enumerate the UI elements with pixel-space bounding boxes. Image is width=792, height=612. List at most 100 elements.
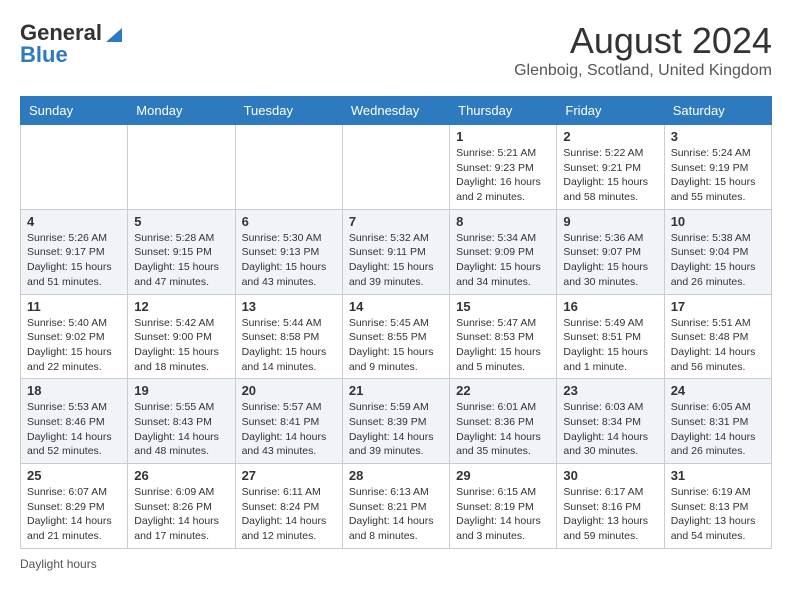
calendar-week-row: 4 Sunrise: 5:26 AM Sunset: 9:17 PM Daylig… bbox=[21, 209, 772, 294]
calendar-cell: 23Sunrise: 6:03 AM Sunset: 8:34 PM Dayli… bbox=[557, 379, 664, 464]
day-number: 13 bbox=[242, 299, 336, 314]
calendar-cell: 15Sunrise: 5:47 AM Sunset: 8:53 PM Dayli… bbox=[450, 294, 557, 379]
calendar-cell: 22 Sunrise: 6:01 AM Sunset: 8:36 PM Dayli… bbox=[450, 379, 557, 464]
calendar-header-tuesday: Tuesday bbox=[235, 97, 342, 125]
calendar-cell: 28 Sunrise: 6:13 AM Sunset: 8:21 PM Dayli… bbox=[342, 464, 449, 549]
day-info: Sunrise: 5:28 AM Sunset: 9:15 PM Dayligh… bbox=[134, 231, 228, 290]
day-info: Sunrise: 5:53 AM Sunset: 8:46 PM Dayligh… bbox=[27, 400, 121, 459]
day-number: 4 bbox=[27, 214, 121, 229]
calendar-cell: 12 Sunrise: 5:42 AM Sunset: 9:00 PM Dayli… bbox=[128, 294, 235, 379]
day-info: Sunrise: 6:07 AM Sunset: 8:29 PM Dayligh… bbox=[27, 485, 121, 544]
calendar-week-row: 25 Sunrise: 6:07 AM Sunset: 8:29 PM Dayli… bbox=[21, 464, 772, 549]
day-info: Sunrise: 5:42 AM Sunset: 9:00 PM Dayligh… bbox=[134, 316, 228, 375]
day-info: Sunrise: 5:24 AM Sunset: 9:19 PM Dayligh… bbox=[671, 146, 765, 205]
day-number: 18 bbox=[27, 383, 121, 398]
day-info: Sunrise: 5:44 AM Sunset: 8:58 PM Dayligh… bbox=[242, 316, 336, 375]
calendar-cell: 8 Sunrise: 5:34 AM Sunset: 9:09 PM Daylig… bbox=[450, 209, 557, 294]
day-number: 31 bbox=[671, 468, 765, 483]
day-number: 2 bbox=[563, 129, 657, 144]
logo-blue-text: Blue bbox=[20, 42, 124, 68]
day-info: Sunrise: 5:40 AM Sunset: 9:02 PM Dayligh… bbox=[27, 316, 121, 375]
day-number: 6 bbox=[242, 214, 336, 229]
day-info: Sunrise: 5:59 AM Sunset: 8:39 PM Dayligh… bbox=[349, 400, 443, 459]
day-number: 3 bbox=[671, 129, 765, 144]
day-number: 30 bbox=[563, 468, 657, 483]
day-info: Sunrise: 6:09 AM Sunset: 8:26 PM Dayligh… bbox=[134, 485, 228, 544]
day-info: Sunrise: 6:19 AM Sunset: 8:13 PM Dayligh… bbox=[671, 485, 765, 544]
calendar-cell: 10 Sunrise: 5:38 AM Sunset: 9:04 PM Dayli… bbox=[664, 209, 771, 294]
day-number: 27 bbox=[242, 468, 336, 483]
day-info: Sunrise: 5:34 AM Sunset: 9:09 PM Dayligh… bbox=[456, 231, 550, 290]
day-number: 8 bbox=[456, 214, 550, 229]
calendar-cell: 20 Sunrise: 5:57 AM Sunset: 8:41 PM Dayli… bbox=[235, 379, 342, 464]
day-info: Sunrise: 5:22 AM Sunset: 9:21 PM Dayligh… bbox=[563, 146, 657, 205]
calendar-cell: 14 Sunrise: 5:45 AM Sunset: 8:55 PM Dayli… bbox=[342, 294, 449, 379]
day-number: 21 bbox=[349, 383, 443, 398]
calendar-cell bbox=[342, 125, 449, 210]
calendar-cell bbox=[128, 125, 235, 210]
calendar-header-saturday: Saturday bbox=[664, 97, 771, 125]
day-info: Sunrise: 6:17 AM Sunset: 8:16 PM Dayligh… bbox=[563, 485, 657, 544]
day-info: Sunrise: 5:26 AM Sunset: 9:17 PM Dayligh… bbox=[27, 231, 121, 290]
day-info: Sunrise: 6:13 AM Sunset: 8:21 PM Dayligh… bbox=[349, 485, 443, 544]
day-info: Sunrise: 5:57 AM Sunset: 8:41 PM Dayligh… bbox=[242, 400, 336, 459]
day-number: 15 bbox=[456, 299, 550, 314]
calendar-cell: 30 Sunrise: 6:17 AM Sunset: 8:16 PM Dayli… bbox=[557, 464, 664, 549]
day-number: 29 bbox=[456, 468, 550, 483]
calendar-cell: 13 Sunrise: 5:44 AM Sunset: 8:58 PM Dayli… bbox=[235, 294, 342, 379]
calendar-week-row: 11 Sunrise: 5:40 AM Sunset: 9:02 PM Dayli… bbox=[21, 294, 772, 379]
day-number: 24 bbox=[671, 383, 765, 398]
day-number: 20 bbox=[242, 383, 336, 398]
day-info: Sunrise: 5:45 AM Sunset: 8:55 PM Dayligh… bbox=[349, 316, 443, 375]
calendar-cell: 1 Sunrise: 5:21 AM Sunset: 9:23 PM Daylig… bbox=[450, 125, 557, 210]
day-number: 26 bbox=[134, 468, 228, 483]
day-info: Sunrise: 5:36 AM Sunset: 9:07 PM Dayligh… bbox=[563, 231, 657, 290]
calendar-cell bbox=[235, 125, 342, 210]
calendar-cell: 27 Sunrise: 6:11 AM Sunset: 8:24 PM Dayli… bbox=[235, 464, 342, 549]
calendar-cell: 4 Sunrise: 5:26 AM Sunset: 9:17 PM Daylig… bbox=[21, 209, 128, 294]
day-number: 19 bbox=[134, 383, 228, 398]
day-number: 14 bbox=[349, 299, 443, 314]
calendar-header-friday: Friday bbox=[557, 97, 664, 125]
day-info: Sunrise: 6:05 AM Sunset: 8:31 PM Dayligh… bbox=[671, 400, 765, 459]
day-number: 17 bbox=[671, 299, 765, 314]
calendar-cell: 29 Sunrise: 6:15 AM Sunset: 8:19 PM Dayli… bbox=[450, 464, 557, 549]
calendar-cell: 24 Sunrise: 6:05 AM Sunset: 8:31 PM Dayli… bbox=[664, 379, 771, 464]
calendar-cell: 18 Sunrise: 5:53 AM Sunset: 8:46 PM Dayli… bbox=[21, 379, 128, 464]
day-info: Sunrise: 5:32 AM Sunset: 9:11 PM Dayligh… bbox=[349, 231, 443, 290]
day-info: Sunrise: 6:11 AM Sunset: 8:24 PM Dayligh… bbox=[242, 485, 336, 544]
calendar-header-wednesday: Wednesday bbox=[342, 97, 449, 125]
day-number: 22 bbox=[456, 383, 550, 398]
day-info: Sunrise: 6:01 AM Sunset: 8:36 PM Dayligh… bbox=[456, 400, 550, 459]
calendar-table: SundayMondayTuesdayWednesdayThursdayFrid… bbox=[20, 96, 772, 549]
calendar-cell: 6Sunrise: 5:30 AM Sunset: 9:13 PM Daylig… bbox=[235, 209, 342, 294]
calendar-header-sunday: Sunday bbox=[21, 97, 128, 125]
calendar-header-monday: Monday bbox=[128, 97, 235, 125]
day-number: 1 bbox=[456, 129, 550, 144]
daylight-hours-label: Daylight hours bbox=[20, 557, 97, 571]
day-number: 11 bbox=[27, 299, 121, 314]
day-info: Sunrise: 5:51 AM Sunset: 8:48 PM Dayligh… bbox=[671, 316, 765, 375]
day-info: Sunrise: 5:49 AM Sunset: 8:51 PM Dayligh… bbox=[563, 316, 657, 375]
logo: General Blue bbox=[20, 20, 124, 68]
subtitle: Glenboig, Scotland, United Kingdom bbox=[514, 62, 772, 80]
calendar-cell: 11 Sunrise: 5:40 AM Sunset: 9:02 PM Dayli… bbox=[21, 294, 128, 379]
calendar-header-thursday: Thursday bbox=[450, 97, 557, 125]
calendar-cell: 3 Sunrise: 5:24 AM Sunset: 9:19 PM Daylig… bbox=[664, 125, 771, 210]
day-number: 5 bbox=[134, 214, 228, 229]
day-number: 12 bbox=[134, 299, 228, 314]
calendar-cell bbox=[21, 125, 128, 210]
day-number: 7 bbox=[349, 214, 443, 229]
day-number: 10 bbox=[671, 214, 765, 229]
day-info: Sunrise: 5:21 AM Sunset: 9:23 PM Dayligh… bbox=[456, 146, 550, 205]
day-info: Sunrise: 5:38 AM Sunset: 9:04 PM Dayligh… bbox=[671, 231, 765, 290]
header: General Blue August 2024 Glenboig, Scotl… bbox=[20, 20, 772, 80]
day-number: 25 bbox=[27, 468, 121, 483]
day-number: 16 bbox=[563, 299, 657, 314]
day-info: Sunrise: 5:55 AM Sunset: 8:43 PM Dayligh… bbox=[134, 400, 228, 459]
day-number: 28 bbox=[349, 468, 443, 483]
day-info: Sunrise: 6:15 AM Sunset: 8:19 PM Dayligh… bbox=[456, 485, 550, 544]
logo-triangle-icon bbox=[104, 24, 124, 44]
calendar-cell: 16 Sunrise: 5:49 AM Sunset: 8:51 PM Dayli… bbox=[557, 294, 664, 379]
calendar-cell: 19 Sunrise: 5:55 AM Sunset: 8:43 PM Dayli… bbox=[128, 379, 235, 464]
